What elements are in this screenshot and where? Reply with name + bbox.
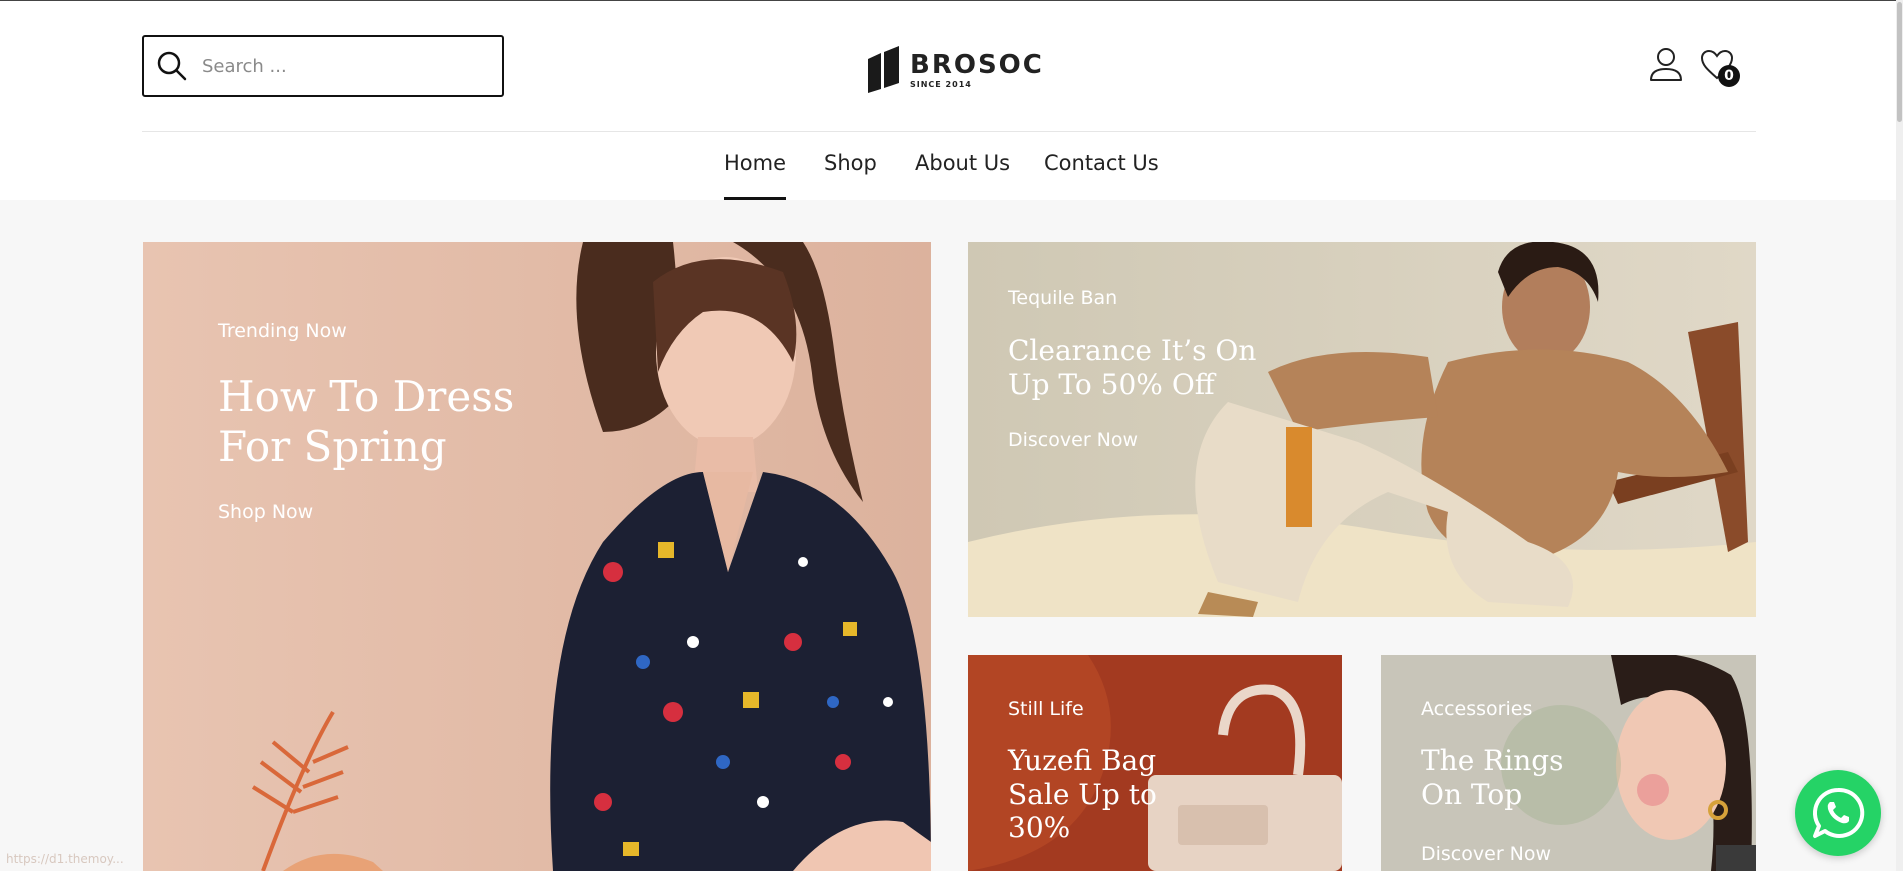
banner-still-life[interactable]: Still Life Yuzefi Bag Sale Up to 30% xyxy=(968,655,1342,871)
wishlist-button[interactable]: 0 xyxy=(1700,49,1740,89)
page-scrollbar[interactable] xyxy=(1896,0,1903,871)
status-bar-url: https://d1.themoy... xyxy=(6,852,124,866)
logo-brand: BROSOC xyxy=(910,50,1044,80)
user-icon[interactable] xyxy=(1648,47,1684,83)
discover-now-link[interactable]: Discover Now xyxy=(1008,429,1138,451)
main-nav: Home Shop About Us Contact Us xyxy=(0,151,1903,201)
banner-eyebrow: Tequile Ban xyxy=(1008,287,1118,309)
banner-eyebrow: Accessories xyxy=(1421,698,1533,720)
site-header: BROSOC SINCE 2014 0 Home Shop About Us C… xyxy=(0,1,1903,200)
banner-eyebrow: Trending Now xyxy=(218,320,347,342)
search-input[interactable] xyxy=(202,55,482,77)
header-divider xyxy=(142,131,1756,132)
banner-title: Yuzefi Bag Sale Up to 30% xyxy=(1008,744,1157,845)
shop-now-link[interactable]: Shop Now xyxy=(218,501,313,523)
discover-now-link[interactable]: Discover Now xyxy=(1421,843,1551,865)
nav-item-about-us[interactable]: About Us xyxy=(915,151,1010,175)
banner-title: How To Dress For Spring xyxy=(218,372,515,472)
logo-tagline: SINCE 2014 xyxy=(910,80,972,89)
banner-accessories[interactable]: Accessories The Rings On Top Discover No… xyxy=(1381,655,1756,871)
wishlist-count-badge: 0 xyxy=(1718,65,1740,87)
scrollbar-thumb[interactable] xyxy=(1897,2,1902,122)
whatsapp-button[interactable] xyxy=(1795,770,1881,856)
banner-eyebrow: Still Life xyxy=(1008,698,1084,720)
nav-item-home[interactable]: Home xyxy=(724,151,787,200)
logo-mark-icon xyxy=(868,46,899,93)
search-box[interactable] xyxy=(142,35,504,97)
banner-title: The Rings On Top xyxy=(1421,744,1564,811)
site-logo[interactable]: BROSOC SINCE 2014 xyxy=(866,45,1044,95)
whatsapp-icon xyxy=(1813,787,1865,838)
banner-trending[interactable]: Trending Now How To Dress For Spring Sho… xyxy=(143,242,931,871)
nav-item-contact-us[interactable]: Contact Us xyxy=(1044,151,1159,175)
banner-clearance[interactable]: Tequile Ban Clearance It’s On Up To 50% … xyxy=(968,242,1756,617)
search-icon[interactable] xyxy=(154,48,190,84)
banner-title: Clearance It’s On Up To 50% Off xyxy=(1008,334,1257,401)
nav-item-shop[interactable]: Shop xyxy=(824,151,877,175)
